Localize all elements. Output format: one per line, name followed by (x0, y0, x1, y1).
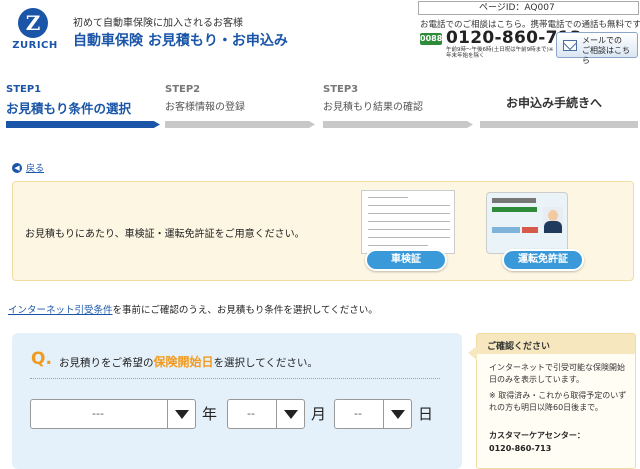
zurich-logo[interactable]: Z ZURICH (4, 8, 66, 64)
drivers-license-image (486, 192, 568, 254)
step-1-bar (6, 121, 160, 128)
note-pointer (468, 346, 477, 360)
zurich-logo-text: ZURICH (12, 40, 58, 51)
page-title: 自動車保険 お見積もり・お申込み (73, 33, 288, 49)
year-select[interactable]: --- (30, 399, 196, 429)
month-unit-label: 月 (311, 405, 327, 423)
chevron-down-icon[interactable] (167, 400, 195, 428)
year-unit-label: 年 (202, 405, 218, 423)
note-paragraph-1: インターネットで引受可能な保険開始日のみを表示しています。 (489, 363, 625, 384)
free-dial-icon: 0088 (420, 33, 443, 45)
license-name-strip (492, 207, 537, 212)
person-head-icon (548, 210, 558, 221)
step-3-number: STEP3 (323, 84, 359, 95)
back-arrow-icon: ◀ (12, 163, 22, 173)
license-red-strip (522, 227, 538, 233)
question-text: お見積りをご希望の保険開始日を選択してください。 (59, 353, 318, 370)
mail-icon (563, 40, 577, 51)
step-1: STEP1 お見積もり条件の選択 (6, 84, 160, 130)
mail-button-line1: メールでの (582, 36, 622, 45)
page-id: ページID：AQ007 (418, 1, 639, 15)
step-3: STEP3 お見積もり結果の確認 (323, 84, 475, 130)
prepare-documents-text: お見積もりにあたり、車検証・運転免許証をご用意ください。 (25, 229, 305, 240)
chevron-down-icon[interactable] (276, 400, 304, 428)
header-tagline: 初めて自動車保険に加入されるお客様 (73, 18, 243, 29)
mail-button-label: メールでの ご相談はこちら (582, 36, 637, 66)
start-date-question-box: Q. お見積りをご希望の保険開始日を選択してください。 --- 年 -- 月 -… (12, 333, 462, 469)
step-indicator: STEP1 お見積もり条件の選択 STEP2 お客様情報の登録 STEP3 お見… (0, 84, 640, 130)
step-2-number: STEP2 (165, 84, 201, 95)
question-mark-label: Q. (31, 349, 52, 369)
confirmation-note: ご確認ください インターネットで引受可能な保険開始日のみを表示しています。 ※ … (468, 333, 636, 469)
step-2: STEP2 お客様情報の登録 (165, 84, 317, 130)
license-number-strip (492, 227, 520, 233)
step-4-label: お申込み手続きへ (506, 96, 603, 110)
day-select[interactable]: -- (334, 399, 412, 429)
mail-consult-button[interactable]: メールでの ご相談はこちら (556, 32, 638, 65)
prepare-documents-box: お見積もりにあたり、車検証・運転免許証をご用意ください。 車検証 運転免許証 (12, 181, 634, 281)
phone-hours: 午前9時～午後6時(土日祝は午前9時まで)※年末年始を除く (446, 47, 554, 59)
step-4: お申込み手続きへ (480, 84, 638, 130)
note-paragraph-2: ※ 取得済み・これから取得予定のいずれの方も明日以降60日後まで。 (489, 391, 627, 412)
vehicle-inspection-button[interactable]: 車検証 (365, 249, 447, 271)
chevron-down-icon[interactable] (383, 400, 411, 428)
drivers-license-button[interactable]: 運転免許証 (502, 249, 584, 271)
step-1-label: お見積もり条件の選択 (6, 101, 132, 116)
back-link-label[interactable]: 戻る (26, 161, 44, 174)
step-4-bar (480, 121, 638, 128)
terms-notice: インターネット引受条件を事前にご確認のうえ、お見積もり条件を選択してください。 (8, 302, 378, 316)
step-3-bar (323, 121, 473, 128)
person-body-icon (544, 221, 562, 233)
day-unit-label: 日 (418, 405, 434, 423)
mail-button-line2: ご相談はこちら (582, 46, 630, 65)
question-text-after: を選択してください。 (213, 357, 318, 369)
terms-text: を事前にご確認のうえ、お見積もり条件を選択してください。 (112, 305, 378, 316)
question-highlight: 保険開始日 (153, 355, 214, 369)
question-divider (30, 378, 440, 379)
customer-care-label: カスタマーケアセンター： (489, 431, 585, 440)
terms-link[interactable]: インターネット引受条件 (8, 305, 113, 316)
note-title: ご確認ください (477, 334, 635, 354)
vehicle-inspection-certificate-image (361, 190, 455, 254)
step-3-label: お見積もり結果の確認 (323, 102, 423, 113)
zurich-logo-mark: Z (18, 8, 48, 38)
step-1-number: STEP1 (6, 84, 42, 95)
month-select[interactable]: -- (227, 399, 305, 429)
header: Z ZURICH 初めて自動車保険に加入されるお客様 自動車保険 お見積もり・お… (0, 0, 640, 72)
question-text-before: お見積りをご希望の (59, 357, 154, 369)
step-2-bar (165, 121, 315, 128)
customer-care-number[interactable]: 0120-860-713 (489, 444, 551, 453)
license-photo (543, 207, 563, 233)
step-2-label: お客様情報の登録 (165, 102, 245, 113)
license-header-strip (492, 198, 536, 203)
